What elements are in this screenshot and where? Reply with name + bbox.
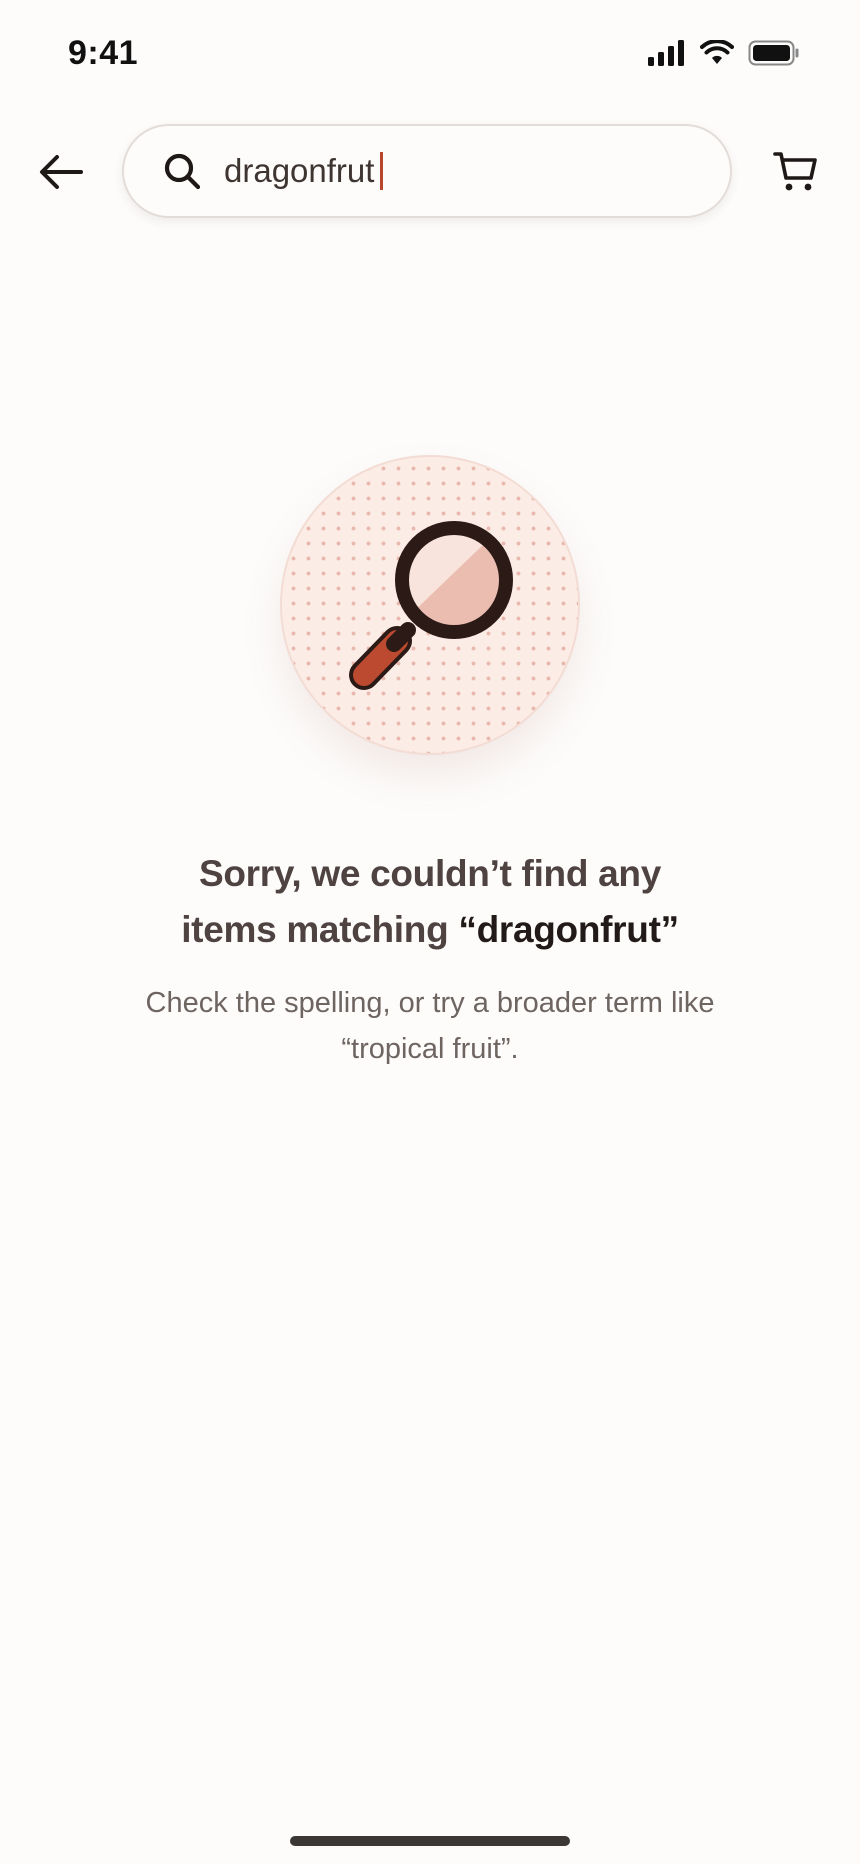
cart-button[interactable] <box>766 142 826 202</box>
subtitle-line-1: Check the spelling, or try a broader ter… <box>145 987 715 1019</box>
status-icons <box>648 39 800 71</box>
empty-state-subtitle: Check the spelling, or try a broader ter… <box>110 980 750 1072</box>
wifi-icon <box>700 39 734 71</box>
magnifying-glass-icon <box>349 521 513 690</box>
title-line-1: Sorry, we couldn’t find any <box>199 853 661 894</box>
subtitle-line-2: “tropical fruit”. <box>341 1033 519 1065</box>
search-bar[interactable]: dragonfrut <box>122 124 732 218</box>
back-button[interactable] <box>26 142 96 202</box>
status-bar: 9:41 <box>0 0 860 110</box>
arrow-left-icon <box>40 155 83 189</box>
search-input[interactable]: dragonfrut <box>224 152 374 190</box>
battery-icon <box>748 40 800 71</box>
text-cursor <box>380 152 384 190</box>
search-header: dragonfrut <box>0 120 860 220</box>
cellular-signal-icon <box>648 40 686 71</box>
search-query: “dragonfrut” <box>458 909 679 950</box>
title-line-2: items matching “dragonfrut” <box>80 902 780 958</box>
empty-state-illustration <box>280 455 580 755</box>
empty-state-title: Sorry, we couldn’t find any items matchi… <box>80 846 780 958</box>
search-icon <box>162 151 202 191</box>
title-prefix: items matching <box>181 909 459 950</box>
no-results-screen: 9:41 dragonfrut Sorry, we couldn’t find … <box>0 0 860 1864</box>
home-indicator[interactable] <box>290 1836 570 1846</box>
cart-icon <box>773 152 817 191</box>
status-time: 9:41 <box>68 34 139 72</box>
